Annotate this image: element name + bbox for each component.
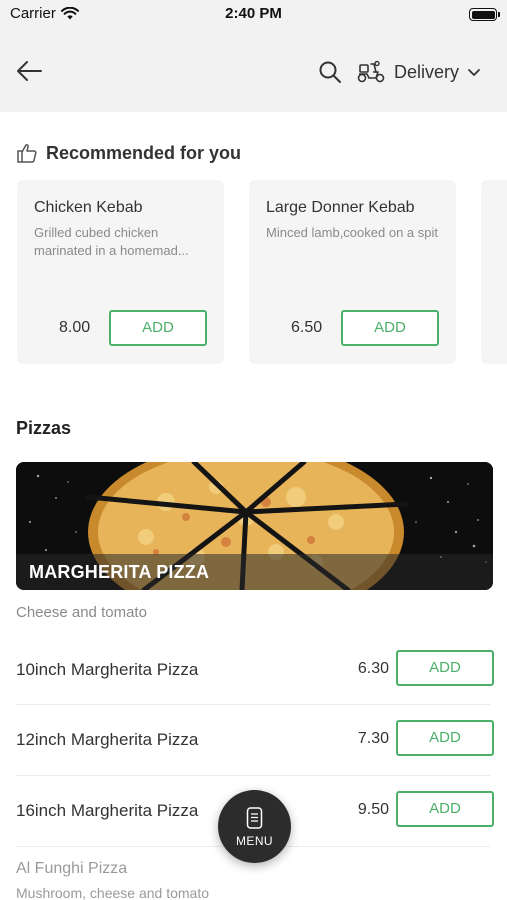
item-name: 16inch Margherita Pizza <box>16 801 199 820</box>
delivery-scooter-icon <box>357 60 385 83</box>
recommended-card[interactable]: Large Donner Kebab Minced lamb,cooked on… <box>249 180 456 364</box>
add-button[interactable]: ADD <box>396 791 494 827</box>
status-bar: Carrier 2:40 PM <box>0 0 507 30</box>
recommended-title: Recommended for you <box>46 142 242 163</box>
card-price: 8.00 <box>59 319 91 336</box>
item-price: 7.30 <box>357 730 389 747</box>
add-button[interactable]: ADD <box>109 310 207 346</box>
search-button[interactable] <box>318 60 342 84</box>
category-banner: MARGHERITA PIZZA <box>16 462 493 590</box>
next-item-name[interactable]: Al Funghi Pizza <box>16 860 127 878</box>
battery-icon <box>469 8 500 21</box>
thumbs-up-icon <box>17 144 37 163</box>
add-button[interactable]: ADD <box>341 310 439 346</box>
menu-phone-icon <box>246 807 263 829</box>
back-button[interactable] <box>14 56 44 86</box>
item-name: 10inch Margherita Pizza <box>16 660 199 679</box>
item-price: 9.50 <box>357 801 389 818</box>
card-name: Large Donner Kebab <box>266 199 415 216</box>
search-icon <box>319 61 341 83</box>
menu-item-row[interactable]: 10inch Margherita Pizza 6.30 ADD <box>16 636 494 706</box>
status-time: 2:40 PM <box>225 5 282 22</box>
row-divider <box>16 775 490 776</box>
menu-button[interactable]: MENU <box>218 790 291 863</box>
top-bar: Delivery <box>0 30 507 112</box>
card-description: Minced lamb,cooked on a spit <box>266 225 438 240</box>
card-description: Grilled cubed chicken marinated in a hom… <box>34 225 189 258</box>
add-button[interactable]: ADD <box>396 650 494 686</box>
card-name: Chicken Kebab <box>34 199 143 216</box>
next-item-description: Mushroom, cheese and tomato <box>16 885 209 900</box>
card-price: 6.50 <box>291 319 323 336</box>
recommended-heading: Recommended for you <box>16 142 241 164</box>
recommended-card[interactable]: Chicken Kebab Grilled cubed chicken mari… <box>17 180 224 364</box>
back-arrow-icon <box>17 61 42 81</box>
section-description: Cheese and tomato <box>16 604 147 621</box>
menu-button-label: MENU <box>236 834 273 848</box>
menu-item-row[interactable]: 12inch Margherita Pizza 7.30 ADD <box>16 706 494 776</box>
recommended-card-partial[interactable] <box>481 180 507 364</box>
add-button[interactable]: ADD <box>396 720 494 756</box>
row-divider <box>16 704 490 705</box>
item-price: 6.30 <box>357 660 389 677</box>
item-name: 12inch Margherita Pizza <box>16 730 199 749</box>
section-title: Pizzas <box>16 418 72 438</box>
delivery-selector[interactable]: Delivery <box>356 56 481 88</box>
delivery-label: Delivery <box>394 61 460 82</box>
banner-label: MARGHERITA PIZZA <box>29 562 210 582</box>
chevron-down-icon <box>468 69 480 76</box>
